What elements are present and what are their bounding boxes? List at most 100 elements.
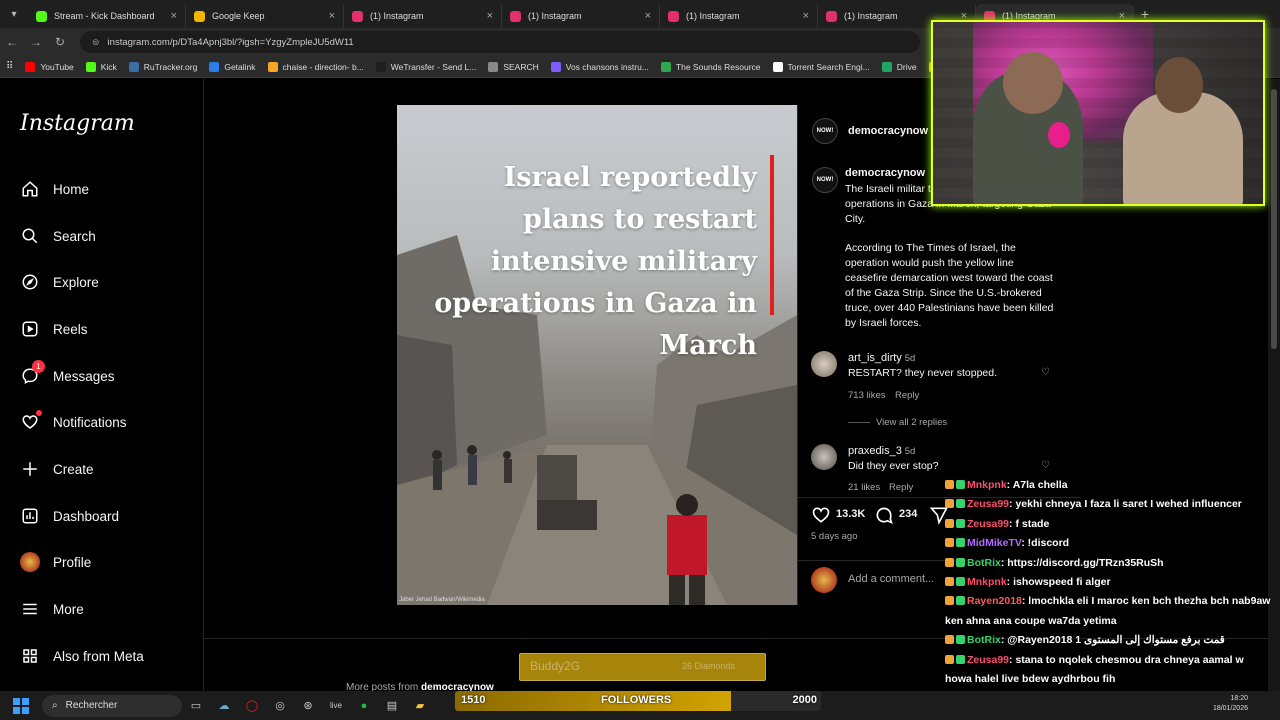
chat-username: MidMikeTV (967, 537, 1022, 550)
instagram-sidebar: Instagram Home Search Explore Reels 1 Me… (0, 79, 204, 691)
browser-tab[interactable]: Stream - Kick Dashboard × (28, 4, 186, 28)
nav-also-from-meta[interactable]: Also from Meta (20, 646, 144, 666)
bookmark[interactable]: SEARCH (488, 61, 539, 72)
bookmark[interactable]: Drive (881, 61, 917, 72)
chat-badge-icon (956, 499, 965, 509)
taskbar-search[interactable]: ⌕ Rechercher (42, 694, 182, 717)
nav-more[interactable]: More (20, 599, 84, 619)
tab-search-icon[interactable]: ▾ (0, 0, 28, 28)
apps-icon[interactable]: ⠿ (6, 61, 13, 72)
reply-button[interactable]: Reply (889, 482, 913, 493)
nav-profile[interactable]: Profile (20, 552, 91, 572)
back-icon[interactable]: ← (0, 35, 24, 49)
close-tab-icon[interactable]: × (171, 10, 177, 22)
comment-like-heart-icon[interactable]: ♡ (1041, 367, 1050, 378)
browser-tab[interactable]: (1) Instagram × (344, 4, 502, 28)
chat-text: howa halel live bdew aydhrbou fih (945, 673, 1116, 686)
spotify-icon[interactable]: ● (350, 697, 378, 715)
close-tab-icon[interactable]: × (645, 10, 651, 22)
system-clock[interactable]: 18:20 18/01/2026 (1213, 694, 1248, 714)
close-tab-icon[interactable]: × (329, 10, 335, 22)
bookmark[interactable]: Vos chansons instru... (550, 61, 649, 72)
weather-icon[interactable]: ☁ (210, 697, 238, 715)
like-heart-icon[interactable] (811, 505, 831, 530)
bookmark[interactable]: WeTransfer - Send L... (375, 61, 476, 72)
comment-likes[interactable]: 713 likes (848, 390, 886, 401)
commenter-avatar[interactable] (811, 444, 837, 470)
followers-goal-bar: 1510 FOLLOWERS 2000 (455, 691, 821, 711)
chat-badge-icon (956, 654, 965, 664)
nav-search[interactable]: Search (20, 226, 96, 246)
photo-credit: Jaber Jehad Badwan/Wikimedia (399, 597, 485, 603)
nav-reels[interactable]: Reels (20, 319, 88, 339)
tab-favicon-icon (826, 10, 837, 22)
chrome-icon[interactable]: ⊛ (294, 697, 322, 715)
nav-messages[interactable]: 1 Messages (20, 360, 115, 386)
followers-goal: 2000 (792, 694, 817, 706)
tab-favicon-icon (668, 10, 679, 22)
nav-home-label: Home (53, 181, 90, 197)
app-icon[interactable]: ◎ (266, 697, 294, 715)
bookmark[interactable]: RuTracker.org (128, 61, 197, 72)
live-app-icon[interactable]: live (322, 697, 350, 715)
site-info-icon[interactable]: ⊜ (92, 37, 100, 48)
url-bar[interactable]: ⊜ instagram.com/p/DTa4Apnj3bl/?igsh=Yzgy… (80, 31, 920, 53)
close-tab-icon[interactable]: × (487, 10, 493, 22)
chat-username: Zeusa99 (967, 653, 1010, 666)
commenter-avatar[interactable] (811, 351, 837, 377)
messages-badge: 1 (32, 360, 45, 373)
author-avatar[interactable]: NOW! (812, 118, 838, 144)
window-app-icon[interactable]: ▤ (378, 697, 406, 715)
bookmark[interactable]: Kick (85, 61, 117, 72)
tab-title: (1) Instagram (528, 11, 582, 21)
comment-like-heart-icon[interactable]: ♡ (1041, 460, 1050, 471)
opera-icon[interactable]: ◯ (238, 697, 266, 715)
browser-tab[interactable]: (1) Instagram × (502, 4, 660, 28)
post-image[interactable]: Israel reportedly plans to restart inten… (397, 105, 797, 605)
scrollbar-thumb[interactable] (1271, 89, 1277, 349)
reply-button[interactable]: Reply (895, 390, 919, 401)
comment-icon[interactable] (874, 505, 894, 530)
chat-text: : https://discord.gg/TRzn35RuSh (1000, 556, 1164, 569)
close-tab-icon[interactable]: × (803, 10, 809, 22)
nav-notifications[interactable]: Notifications (20, 410, 127, 432)
bookmark[interactable]: chaise - direction- b... (267, 61, 364, 72)
file-explorer-icon[interactable]: ▰ (406, 697, 434, 715)
view-replies-button[interactable]: View all 2 replies (848, 417, 947, 428)
nav-dashboard[interactable]: Dashboard (20, 506, 119, 526)
post-author[interactable]: democracynow (848, 125, 928, 137)
bookmark-label: The Sounds Resource (675, 61, 761, 72)
webcam-overlay (931, 20, 1265, 206)
caption-avatar[interactable]: NOW! (812, 167, 838, 193)
comment-user[interactable]: praxedis_3 (848, 445, 902, 457)
add-comment-input[interactable]: Add a comment... (848, 573, 934, 585)
comment-likes[interactable]: 21 likes (848, 482, 880, 493)
bookmark[interactable]: Torrent Search Engi... (772, 61, 870, 72)
nav-dashboard-label: Dashboard (53, 508, 120, 524)
chat-badge-icon (945, 596, 954, 606)
windows-start-icon[interactable] (0, 697, 42, 714)
instagram-logo[interactable]: Instagram (20, 111, 135, 136)
chat-text: : yekhi chneya I faza li saret I wehed i… (1009, 498, 1242, 511)
nav-explore-label: Explore (53, 274, 99, 290)
browser-tab[interactable]: (1) Instagram × (660, 4, 818, 28)
like-count[interactable]: 13.3K (836, 508, 865, 520)
comment-count[interactable]: 234 (899, 508, 917, 520)
bookmark-favicon-icon (881, 61, 892, 72)
nav-create[interactable]: Create (20, 459, 94, 479)
task-view-icon[interactable]: ▭ (182, 697, 210, 715)
bookmark[interactable]: The Sounds Resource (660, 61, 761, 72)
bookmark[interactable]: YouTube (25, 61, 74, 72)
browser-tab[interactable]: Google Keep × (186, 4, 344, 28)
nav-explore[interactable]: Explore (20, 272, 99, 292)
forward-icon[interactable]: → (24, 35, 48, 49)
bookmark[interactable]: Getalink (209, 61, 256, 72)
bookmark-favicon-icon (660, 61, 671, 72)
comment-user[interactable]: art_is_dirty (848, 352, 902, 364)
caption-author[interactable]: democracynow (845, 167, 925, 179)
avatar (20, 552, 40, 572)
nav-home[interactable]: Home (20, 179, 89, 199)
reload-icon[interactable]: ↻ (48, 35, 72, 49)
screen: ▾ Stream - Kick Dashboard × Google Keep × (1… (0, 0, 1280, 720)
comment-text: RESTART? they never stopped. (848, 367, 998, 379)
